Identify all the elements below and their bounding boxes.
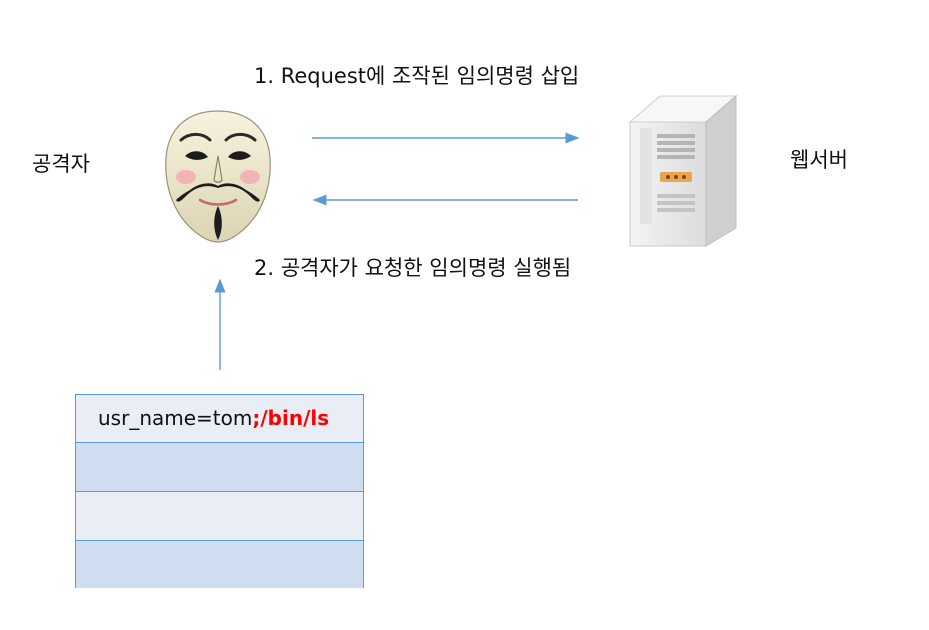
payload-table: usr_name=tom;/bin/ls xyxy=(75,394,364,588)
empty-row xyxy=(76,443,363,492)
payload-param: usr_name=tom xyxy=(98,406,253,430)
guy-fawkes-mask-icon xyxy=(165,110,271,243)
injected-command: ;/bin/ls xyxy=(252,406,330,430)
server-tower-icon xyxy=(628,94,738,247)
empty-row xyxy=(76,492,363,541)
empty-row xyxy=(76,541,363,588)
payload-row: usr_name=tom;/bin/ls xyxy=(76,395,363,443)
payload-cell: usr_name=tom;/bin/ls xyxy=(98,408,329,428)
